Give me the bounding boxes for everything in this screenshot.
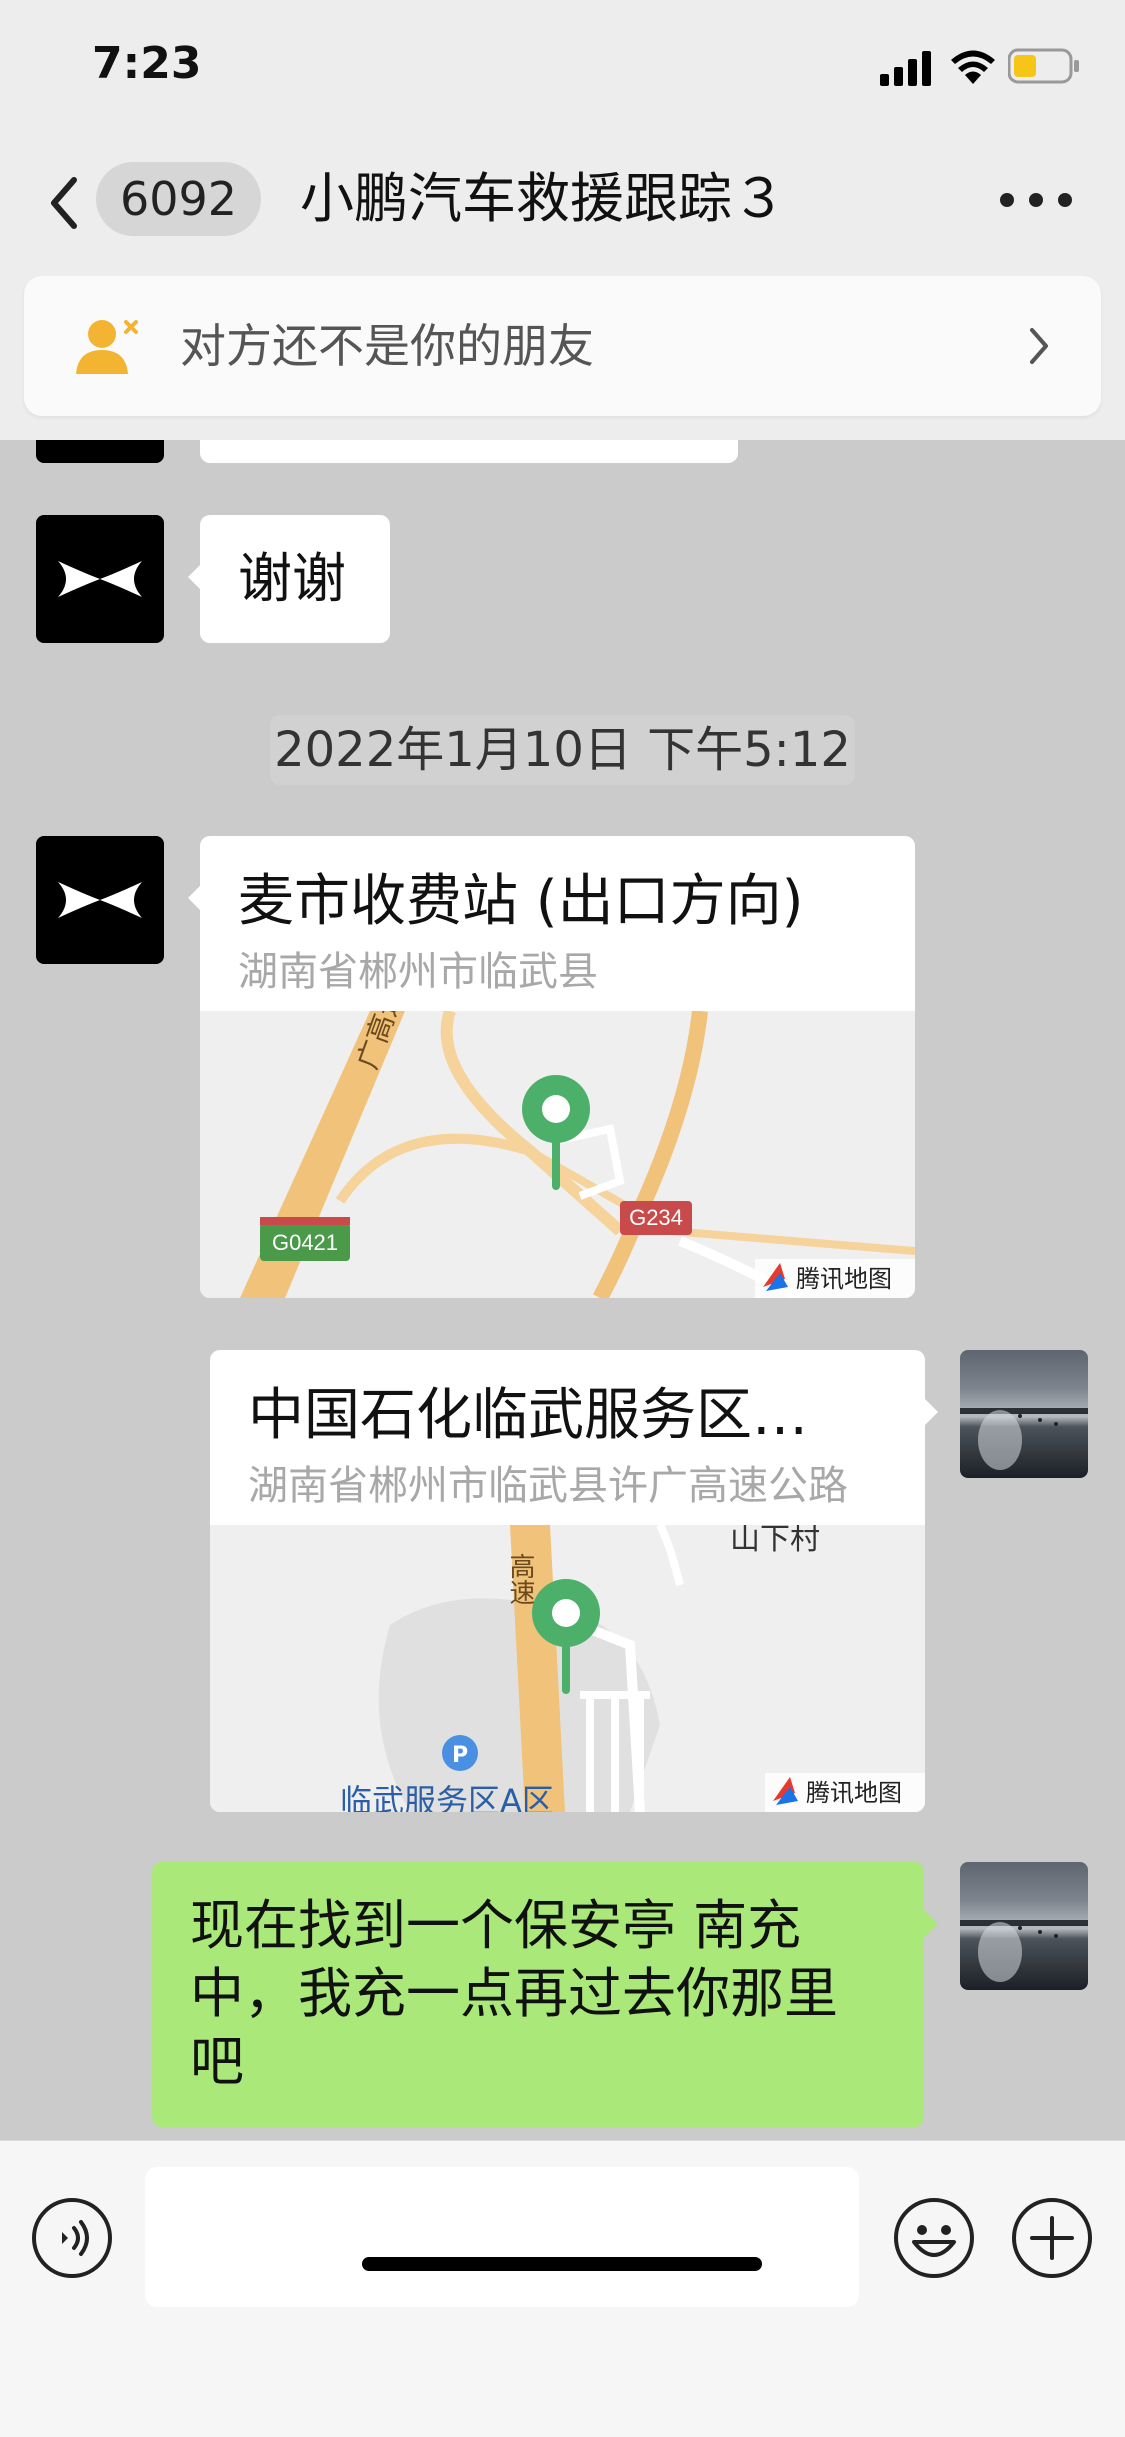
voice-input-icon[interactable]: [30, 2196, 114, 2280]
chat-header: 6092 小鹏汽车救援跟踪３: [0, 140, 1125, 270]
my-avatar[interactable]: [960, 1350, 1088, 1478]
sea-photo-icon: [960, 1920, 1088, 1982]
message-bubble-reply[interactable]: 现在找到一个保安亭 南充中，我充一点再过去你那里吧: [152, 1862, 924, 2127]
message-text: 谢谢: [238, 547, 346, 610]
location-map: G0421 G234 广高速 腾讯地图: [200, 1011, 915, 1298]
not-friend-banner[interactable]: 对方还不是你的朋友: [24, 276, 1101, 416]
bubble-tail: [924, 1910, 938, 1938]
sea-photo-icon: [960, 1408, 1088, 1470]
xpeng-avatar[interactable]: [36, 836, 164, 964]
map-provider-label: 腾讯地图: [796, 1265, 892, 1293]
chevron-right-icon: [1030, 328, 1048, 364]
map-provider-label: 腾讯地图: [806, 1779, 902, 1807]
home-indicator[interactable]: [362, 2257, 762, 2271]
emoji-icon[interactable]: [892, 2196, 976, 2280]
message-timestamp: 2022年1月10日 下午5:12: [270, 715, 855, 785]
message-text: 现在找到一个保安亭 南充中，我充一点再过去你那里吧: [190, 1894, 838, 2093]
not-friend-text: 对方还不是你的朋友: [180, 319, 594, 373]
unread-count-badge[interactable]: 6092: [96, 162, 262, 236]
map-label: G234: [629, 1205, 683, 1230]
location-card-toll-station[interactable]: 麦市收费站 (出口方向) 湖南省郴州市临武县 G0421 G234 广高速 腾讯…: [200, 836, 915, 1298]
map-label: 临武服务区A区: [340, 1782, 554, 1812]
back-chevron-icon[interactable]: [40, 168, 90, 238]
bubble-tail: [188, 563, 202, 591]
more-options-button[interactable]: [1000, 184, 1072, 214]
location-map: 高速 山下村 P 临武服务区A区 腾讯地图: [210, 1525, 925, 1812]
map-label: G0421: [272, 1230, 338, 1255]
status-bar: 7:23: [0, 0, 1125, 140]
my-avatar[interactable]: [960, 1862, 1088, 1990]
xpeng-logo-icon: [58, 561, 142, 597]
location-address: 湖南省郴州市临武县许广高速公路: [248, 1463, 848, 1509]
message-input[interactable]: [145, 2167, 859, 2307]
add-attachment-icon[interactable]: [1010, 2196, 1094, 2280]
map-label: 高速: [505, 1553, 535, 1605]
battery-icon: [1008, 48, 1079, 84]
xpeng-avatar[interactable]: [36, 515, 164, 643]
status-time: 7:23: [92, 38, 202, 89]
input-bar: [0, 2140, 1125, 2437]
xpeng-logo-icon: [58, 882, 142, 918]
service-area-icon: P: [452, 1743, 468, 1768]
location-address: 湖南省郴州市临武县: [238, 949, 598, 995]
location-name: 麦市收费站 (出口方向): [238, 869, 804, 934]
add-friend-icon: [76, 320, 138, 374]
bubble-tail: [924, 1398, 938, 1426]
message-bubble-thanks[interactable]: 谢谢: [188, 515, 390, 643]
chat-title: 小鹏汽车救援跟踪３: [300, 167, 786, 230]
map-label: 山下村: [730, 1525, 820, 1557]
cellular-signal-icon: [880, 51, 931, 86]
wifi-icon: [951, 50, 995, 84]
location-card-service-area[interactable]: 中国石化临武服务区… 湖南省郴州市临武县许广高速公路 高速 山下村 P 临武服务…: [210, 1350, 925, 1812]
location-name: 中国石化临武服务区…: [248, 1383, 808, 1448]
